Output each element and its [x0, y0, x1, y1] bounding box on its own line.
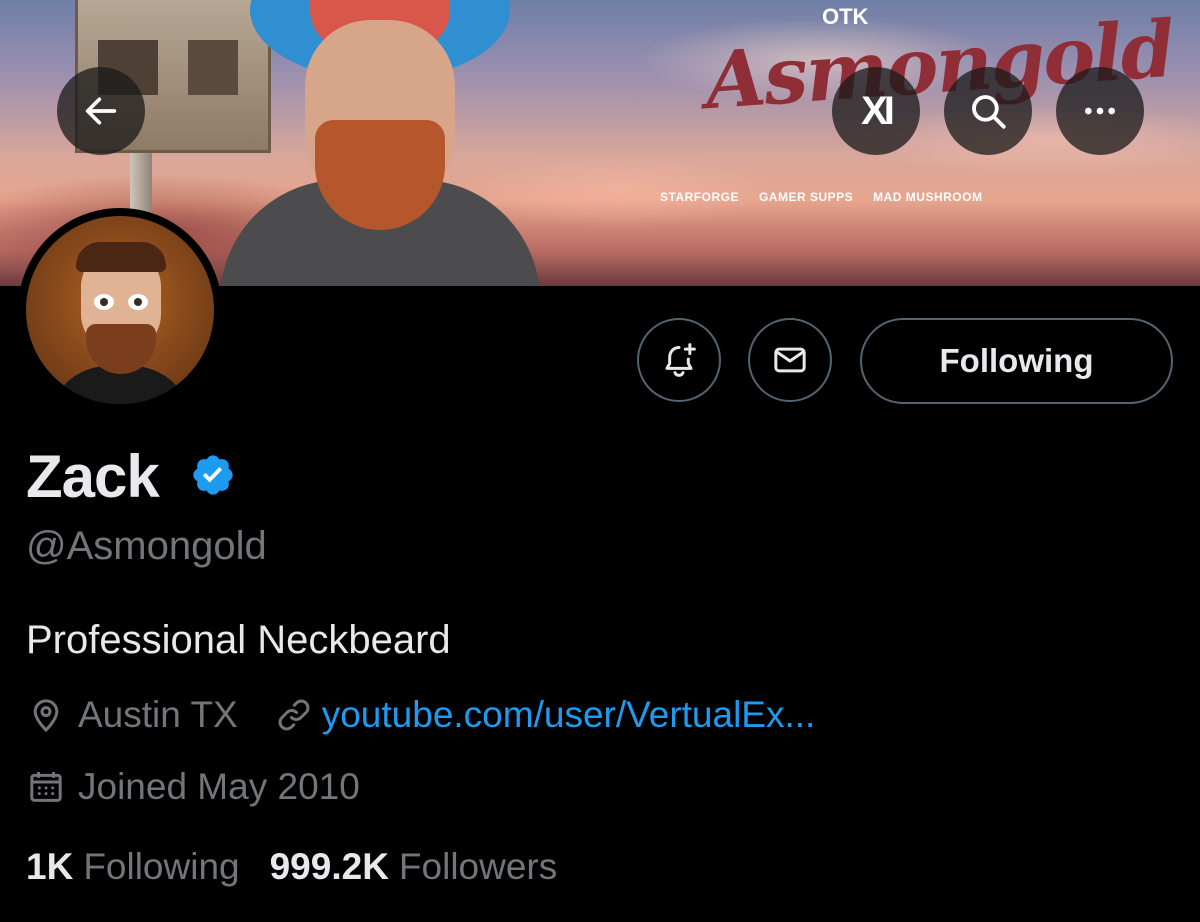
followers-label: Followers: [398, 846, 558, 887]
sponsor-logo: GAMER SUPPS: [758, 190, 854, 204]
profile-location: Austin TX: [78, 694, 238, 735]
avatar-hair: [76, 242, 166, 272]
profile-handle: @Asmongold: [26, 524, 267, 568]
avatar-photo: [26, 216, 214, 404]
avatar-eye-right: [128, 294, 148, 310]
sponsor-logo: MAD MUSHROOM: [873, 190, 983, 204]
sponsor-logo: STARFORGE: [660, 190, 739, 204]
profile-bio: Professional Neckbeard: [26, 618, 451, 662]
profile-avatar[interactable]: [18, 208, 222, 412]
back-arrow-icon: [85, 97, 117, 125]
profile-website-link[interactable]: youtube.com/user/VertualEx...: [322, 694, 816, 736]
display-name: Zack: [26, 443, 160, 510]
following-stat[interactable]: 1K Following: [26, 846, 240, 888]
verified-badge-icon[interactable]: [190, 452, 236, 503]
search-button[interactable]: [944, 67, 1032, 155]
notifications-button[interactable]: [637, 318, 721, 402]
meta-joined-row: Joined May 2010: [26, 766, 360, 808]
following-label: Following: [83, 846, 240, 887]
followers-stat[interactable]: 999.2K Followers: [270, 846, 558, 888]
avatar-eye-left: [94, 294, 114, 310]
followers-count: 999.2K: [269, 846, 389, 887]
back-button[interactable]: [57, 67, 145, 155]
link-icon: [278, 699, 310, 731]
profile-joined-date: Joined May 2010: [78, 766, 360, 807]
bell-plus-icon: [665, 343, 696, 377]
xai-grok-icon: XI: [861, 88, 895, 133]
more-button[interactable]: [1056, 67, 1144, 155]
following-button[interactable]: Following: [860, 318, 1173, 404]
meta-location-link-row: Austin TX youtube.com/user/VertualEx...: [26, 694, 815, 736]
banner-sponsors: STARFORGE GAMER SUPPS MAD MUSHROOM: [660, 190, 982, 204]
more-horizontal-icon: [1085, 107, 1115, 115]
search-icon: [972, 95, 1006, 129]
mail-icon: [774, 347, 806, 373]
calendar-icon: [30, 772, 62, 802]
location-pin-icon: [33, 699, 59, 733]
following-count: 1K: [26, 846, 74, 887]
grok-button[interactable]: XI: [832, 67, 920, 155]
message-button[interactable]: [748, 318, 832, 402]
profile-stats: 1K Following 999.2K Followers: [26, 846, 557, 888]
banner-portrait: [220, 0, 540, 286]
